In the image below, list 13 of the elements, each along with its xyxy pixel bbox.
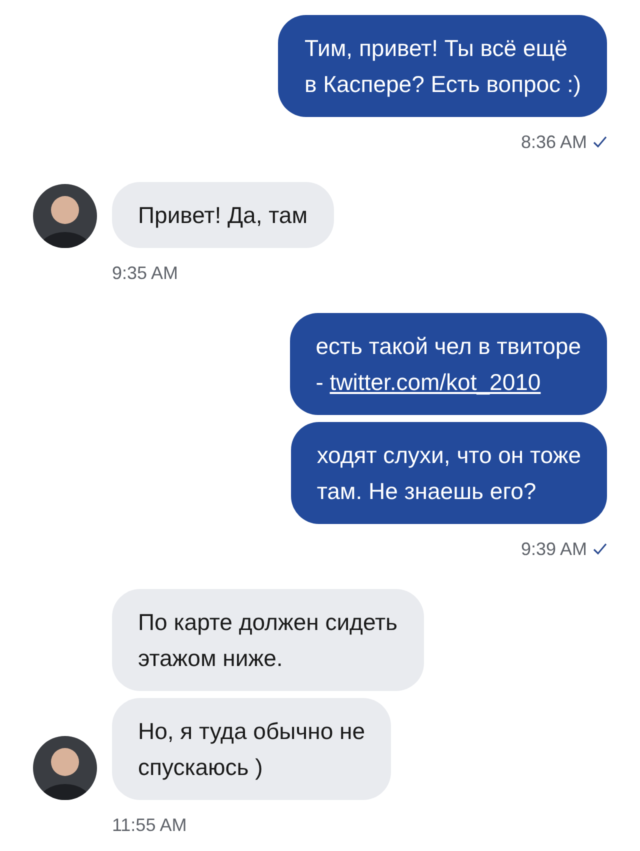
- checkmark-icon: [593, 543, 607, 555]
- message-time: 9:39 AM: [520, 538, 587, 560]
- message-bubble: Но, я туда обычно не спускаюсь ): [112, 698, 392, 800]
- message-bubble: По карте должен сидеть этажом ниже.: [112, 589, 424, 691]
- message-bubble: Привет! Да, там: [112, 182, 334, 248]
- message-time: 8:36 AM: [520, 130, 587, 154]
- message-time: 11:55 AM: [112, 814, 187, 836]
- message-bubble: есть такой чел в твиторе - twitter.com/kot_2010: [290, 313, 607, 415]
- message-link[interactable]: twitter.com/kot_2010: [330, 369, 541, 395]
- checkmark-icon: [593, 136, 607, 148]
- message-bubble: Тим, привет! Ты всё ещё в Каспере? Есть вопрос :): [278, 15, 607, 117]
- message-time: 9:35 AM: [112, 262, 178, 284]
- message-bubble: ходят слухи, что он тоже там. Не знаешь его?: [290, 422, 607, 524]
